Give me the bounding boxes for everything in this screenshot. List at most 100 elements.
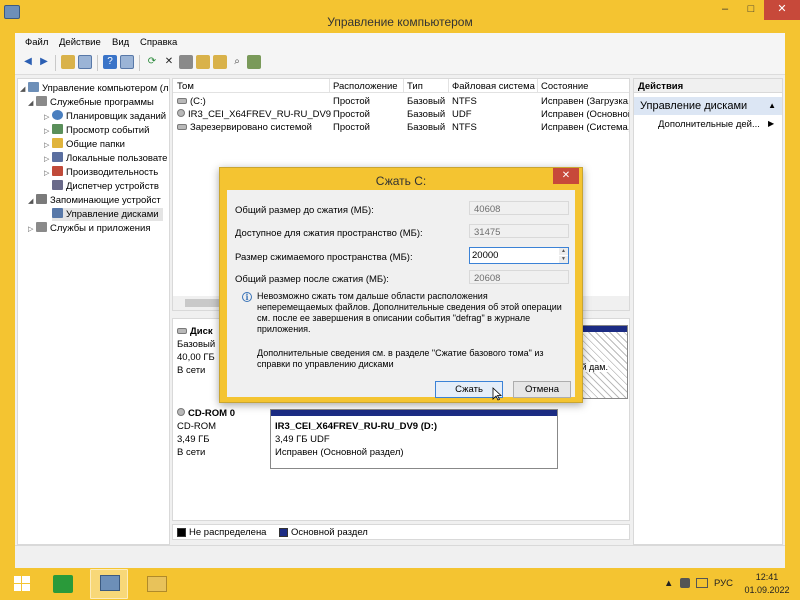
device-manager-icon	[52, 180, 63, 190]
computer-management-icon	[100, 575, 120, 591]
disk-icon	[177, 328, 187, 334]
expand-arrow-icon[interactable]: ▷	[44, 155, 52, 163]
back-icon[interactable]: ◀	[21, 55, 35, 69]
menu-action[interactable]: Действие	[59, 37, 101, 48]
taskbar-store-app[interactable]	[44, 569, 82, 599]
title-bar[interactable]: Управление компьютером – □ ✕	[0, 0, 800, 33]
cancel-button[interactable]: Отмена	[513, 381, 571, 398]
dialog-body: Общий размер до сжатия (МБ): 40608 Досту…	[227, 190, 575, 398]
cdrom0-volume[interactable]: IR3_CEI_X64FREV_RU-RU_DV9 (D:) 3,49 ГБ U…	[270, 409, 558, 469]
collapse-arrow-icon[interactable]: ◢	[28, 99, 36, 107]
tools-icon	[36, 96, 47, 106]
tree-item-disk-management[interactable]: Управление дисками	[52, 208, 163, 221]
performance-icon	[52, 166, 63, 176]
legend-label-primary: Основной раздел	[291, 527, 368, 538]
shrink-amount-spinner[interactable]: ▲ ▼	[469, 247, 569, 264]
computer-management-icon	[28, 82, 39, 92]
spin-down-icon[interactable]: ▼	[559, 256, 568, 263]
forward-icon[interactable]: ▶	[37, 55, 51, 69]
column-header-status[interactable]: Состояние	[541, 81, 588, 92]
expand-arrow-icon[interactable]: ▷	[44, 127, 52, 135]
table-row[interactable]: (C:) Простой Базовый NTFS Исправен (Загр…	[173, 95, 629, 108]
folder-icon	[147, 576, 167, 592]
close-button[interactable]: ✕	[764, 0, 800, 20]
column-header-volume[interactable]: Том	[177, 81, 194, 92]
settings-icon[interactable]	[247, 55, 261, 69]
menu-help[interactable]: Справка	[140, 37, 177, 48]
table-row[interactable]: IR3_CEI_X64FREV_RU-RU_DV9 (D:) Простой Б…	[173, 108, 629, 121]
disk0-label[interactable]: Диск Базовый 40,00 ГБ В сети	[177, 325, 215, 377]
volume-list-header: Том Расположение Тип Файловая система Со…	[173, 79, 629, 93]
menu-file[interactable]: Файл	[25, 37, 48, 48]
taskbar: ▲ РУС 12:41 01.09.2022	[0, 568, 800, 600]
column-separator[interactable]	[448, 79, 449, 93]
submenu-arrow-icon: ▶	[768, 119, 775, 128]
tree-item-storage[interactable]: ◢ Запоминающие устройст	[28, 194, 161, 207]
tree-item-task-scheduler[interactable]: ▷ Планировщик заданий	[44, 110, 166, 123]
tree-item-event-viewer[interactable]: ▷ Просмотр событий	[44, 124, 149, 137]
network-icon[interactable]	[696, 578, 708, 588]
open-icon[interactable]	[196, 55, 210, 69]
column-separator[interactable]	[329, 79, 330, 93]
column-header-type[interactable]: Тип	[407, 81, 423, 92]
column-header-layout[interactable]: Расположение	[333, 81, 398, 92]
shrink-amount-input[interactable]	[472, 249, 554, 262]
more-actions-item[interactable]: Дополнительные дей... ▶	[658, 119, 774, 130]
search-icon[interactable]: ⌕	[230, 55, 244, 69]
actions-group-disk-management[interactable]: Управление дисками ▲	[634, 97, 782, 115]
properties-icon[interactable]	[179, 55, 193, 69]
disk-icon	[177, 124, 187, 130]
refresh-icon[interactable]: ⟳	[145, 55, 159, 69]
tree-item-computer-management[interactable]: ◢ Управление компьютером (л	[20, 82, 169, 95]
tree-item-performance[interactable]: ▷ Производительность	[44, 166, 158, 179]
delete-icon[interactable]: ✕	[162, 55, 176, 69]
column-separator[interactable]	[537, 79, 538, 93]
cd-icon	[177, 109, 185, 117]
event-viewer-icon	[52, 124, 63, 134]
expand-arrow-icon[interactable]: ▷	[44, 169, 52, 177]
collapse-arrow-icon[interactable]: ◢	[28, 197, 36, 205]
clock[interactable]: 12:41 01.09.2022	[740, 571, 794, 597]
total-size-before-value: 40608	[469, 201, 569, 215]
disk-management-icon	[52, 208, 63, 218]
legend-swatch-primary	[279, 528, 288, 537]
minimize-button[interactable]: –	[712, 0, 738, 20]
help-icon[interactable]: ?	[103, 55, 117, 69]
action-center-icon[interactable]	[680, 578, 690, 588]
services-icon	[36, 222, 47, 232]
shrink-amount-label: Размер сжимаемого пространства (МБ):	[235, 252, 413, 263]
shared-folder-icon	[52, 138, 63, 148]
start-button[interactable]	[4, 571, 40, 597]
menu-view[interactable]: Вид	[112, 37, 129, 48]
console-tree-icon[interactable]	[78, 55, 92, 69]
tray-chevron-icon[interactable]: ▲	[664, 578, 673, 589]
help-reference-text: Дополнительные сведения см. в разделе "С…	[257, 348, 544, 369]
dialog-close-button[interactable]: ✕	[553, 168, 579, 184]
taskbar-explorer-app[interactable]	[138, 569, 176, 599]
column-header-filesystem[interactable]: Файловая система	[452, 81, 535, 92]
spin-up-icon[interactable]: ▲	[559, 248, 568, 255]
tree-item-shared-folders[interactable]: ▷ Общие папки	[44, 138, 125, 151]
cdrom0-label[interactable]: CD-ROM 0 CD-ROM 3,49 ГБ В сети	[177, 407, 235, 459]
folder-icon[interactable]	[213, 55, 227, 69]
language-indicator[interactable]: РУС	[714, 578, 733, 589]
column-separator[interactable]	[403, 79, 404, 93]
expand-arrow-icon[interactable]: ▷	[44, 141, 52, 149]
taskbar-computer-management-app[interactable]	[90, 569, 128, 599]
info-icon: i	[242, 292, 252, 302]
expand-arrow-icon[interactable]: ▷	[44, 113, 52, 121]
tree-item-services-apps[interactable]: ▷ Службы и приложения	[28, 222, 150, 235]
toolbar-separator	[139, 55, 140, 71]
maximize-button[interactable]: □	[738, 0, 764, 20]
available-shrink-label: Доступное для сжатия пространство (МБ):	[235, 228, 423, 239]
collapse-arrow-icon[interactable]: ▲	[768, 101, 776, 110]
tree-item-device-manager[interactable]: Диспетчер устройств	[52, 180, 159, 193]
expand-arrow-icon[interactable]: ▷	[28, 225, 36, 233]
tree-item-local-users[interactable]: ▷ Локальные пользовате	[44, 152, 167, 165]
tree-item-system-tools[interactable]: ◢ Служебные программы	[28, 96, 154, 109]
view-icon[interactable]	[120, 55, 134, 69]
collapse-arrow-icon[interactable]: ◢	[20, 85, 28, 93]
partition-color-bar	[271, 410, 557, 416]
table-row[interactable]: Зарезервировано системой Простой Базовый…	[173, 121, 629, 134]
up-folder-icon[interactable]	[61, 55, 75, 69]
